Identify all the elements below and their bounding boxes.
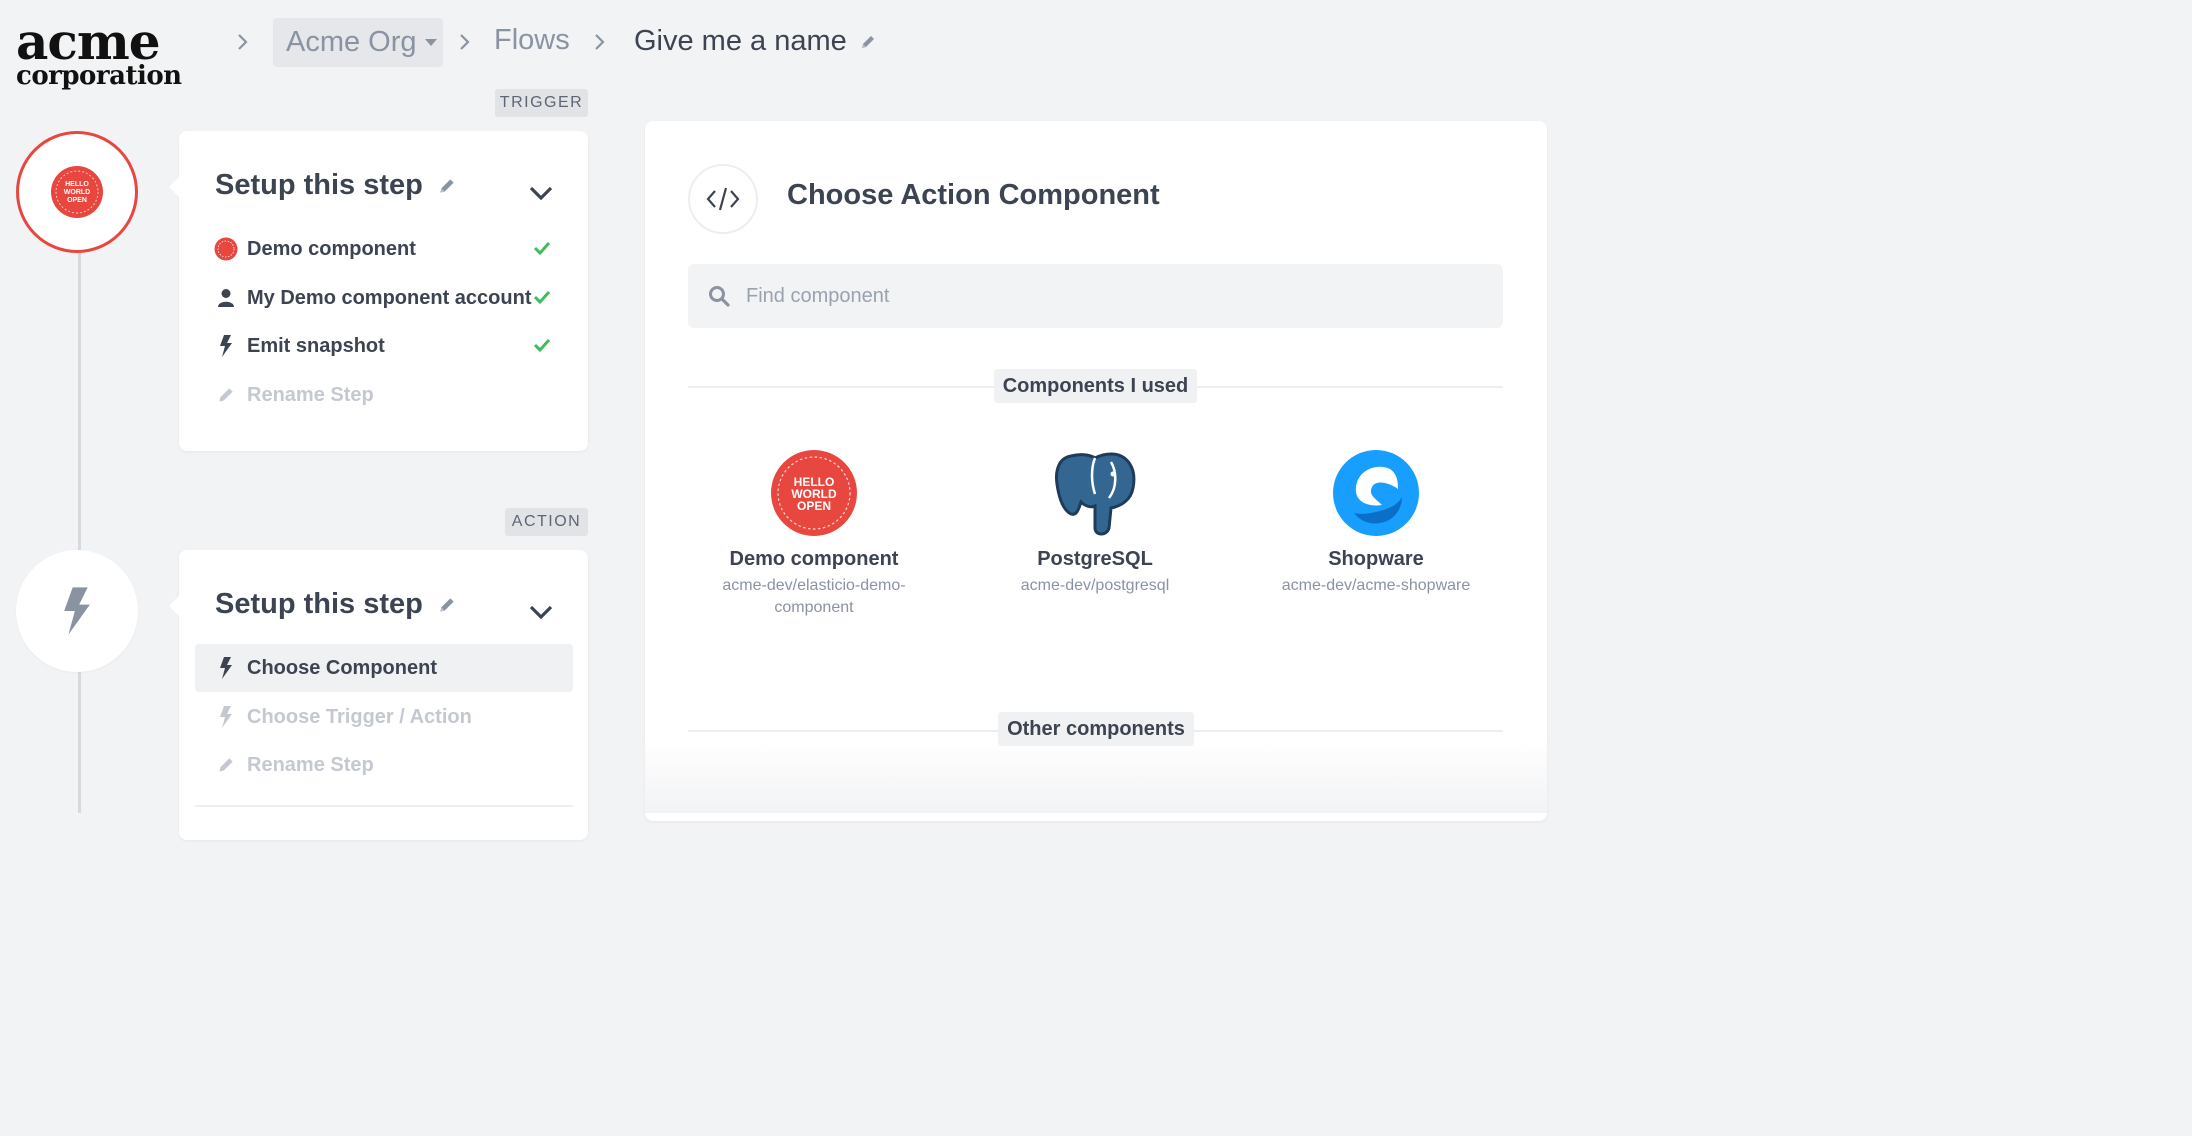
- pencil-icon[interactable]: [437, 176, 457, 196]
- bolt-icon: [220, 706, 232, 728]
- logo-badge-text: OPEN: [67, 197, 87, 204]
- check-icon: [533, 290, 551, 305]
- acme-logo[interactable]: acme corporation: [16, 12, 226, 91]
- logo-badge-text: WORLD: [64, 189, 90, 196]
- logo-badge-text: OPEN: [797, 499, 831, 513]
- flow-connector-line: [78, 670, 81, 813]
- breadcrumb-chevron-icon: [236, 30, 250, 54]
- step-title-label: Setup this step: [215, 169, 423, 201]
- step-item-rename[interactable]: Rename Step: [195, 741, 573, 789]
- scroll-fade: [645, 740, 1547, 813]
- pencil-icon: [219, 388, 233, 402]
- bolt-icon: [220, 657, 232, 679]
- component-slug: acme-dev/acme-shopware: [1281, 577, 1471, 594]
- step-item-label: Choose Trigger / Action: [247, 705, 472, 728]
- component-card-demo[interactable]: HELLO WORLD OPEN Demo component acme-dev…: [689, 448, 939, 619]
- org-label: Acme Org: [286, 26, 417, 58]
- search-icon: [709, 286, 730, 307]
- step-item-label: Demo component: [247, 237, 416, 260]
- step-item-label: Rename Step: [247, 753, 374, 776]
- action-step-card: Setup this step Choose Component Choose …: [169, 550, 588, 840]
- pencil-icon[interactable]: [859, 33, 877, 51]
- trigger-tag: TRIGGER: [495, 89, 588, 117]
- code-icon: [688, 164, 758, 234]
- user-icon: [218, 289, 234, 307]
- component-name: PostgreSQL: [1037, 548, 1153, 570]
- flow-name[interactable]: Give me a name: [634, 25, 877, 58]
- step-item-label: My Demo component account: [247, 286, 532, 309]
- step-item-label: Rename Step: [247, 383, 374, 406]
- step-item-component[interactable]: Demo component: [195, 225, 573, 273]
- step-item-label: Emit snapshot: [247, 334, 385, 357]
- trigger-step-title[interactable]: Setup this step: [215, 169, 457, 202]
- bolt-icon: [220, 335, 232, 357]
- trigger-step-node[interactable]: HELLO WORLD OPEN: [16, 131, 138, 253]
- step-item-rename[interactable]: Rename Step: [195, 371, 573, 419]
- action-step-title[interactable]: Setup this step: [215, 588, 457, 621]
- choose-component-panel: Choose Action Component Components I use…: [645, 121, 1547, 821]
- step-item-choose-component[interactable]: Choose Component: [195, 644, 573, 692]
- postgresql-elephant-icon: [1055, 452, 1136, 536]
- check-icon: [533, 338, 551, 353]
- check-icon: [533, 241, 551, 256]
- step-item-trigger[interactable]: Emit snapshot: [195, 322, 573, 370]
- logo-badge-text: HELLO: [65, 181, 89, 188]
- section-label-used: Components I used: [994, 369, 1197, 403]
- chevron-down-icon[interactable]: [528, 602, 554, 622]
- component-name: Shopware: [1328, 548, 1424, 570]
- component-name: Demo component: [729, 548, 899, 570]
- step-title-label: Setup this step: [215, 588, 423, 620]
- pencil-icon[interactable]: [437, 595, 457, 615]
- action-tag: ACTION: [505, 508, 588, 536]
- component-slug: acme-dev/elasticio-demo-component: [722, 577, 906, 616]
- panel-title: Choose Action Component: [787, 179, 1160, 211]
- breadcrumb-flows-link[interactable]: Flows: [494, 24, 570, 57]
- shopware-logo-icon: [1333, 450, 1419, 536]
- logo-line1: acme: [16, 12, 161, 71]
- step-item-choose-action[interactable]: Choose Trigger / Action: [195, 693, 573, 741]
- org-selector[interactable]: Acme Org: [273, 18, 443, 67]
- trigger-step-card: Setup this step Demo component My Demo c…: [169, 131, 588, 451]
- search-input[interactable]: [746, 284, 1446, 308]
- logo-line2: corporation: [16, 61, 182, 91]
- flow-connector-line: [78, 250, 81, 555]
- hello-world-logo-icon: [214, 237, 238, 261]
- step-item-credentials[interactable]: My Demo component account: [195, 274, 573, 322]
- component-card-shopware[interactable]: Shopware acme-dev/acme-shopware: [1251, 448, 1501, 597]
- hello-world-logo-icon: HELLO WORLD OPEN: [771, 450, 857, 536]
- component-card-postgresql[interactable]: PostgreSQL acme-dev/postgresql: [970, 448, 1220, 597]
- flow-name-label: Give me a name: [634, 25, 847, 57]
- hello-world-logo-icon: HELLO WORLD OPEN: [51, 166, 103, 218]
- chevron-down-icon[interactable]: [528, 183, 554, 203]
- pencil-icon: [219, 758, 233, 772]
- component-slug: acme-dev/postgresql: [1020, 577, 1170, 594]
- component-search[interactable]: [688, 264, 1503, 328]
- divider: [195, 805, 573, 807]
- breadcrumb-chevron-icon: [458, 30, 472, 54]
- caret-down-icon: [424, 39, 437, 46]
- bolt-icon: [64, 587, 90, 635]
- action-step-node[interactable]: [16, 550, 138, 672]
- step-item-label: Choose Component: [247, 656, 437, 679]
- breadcrumb-chevron-icon: [593, 30, 607, 54]
